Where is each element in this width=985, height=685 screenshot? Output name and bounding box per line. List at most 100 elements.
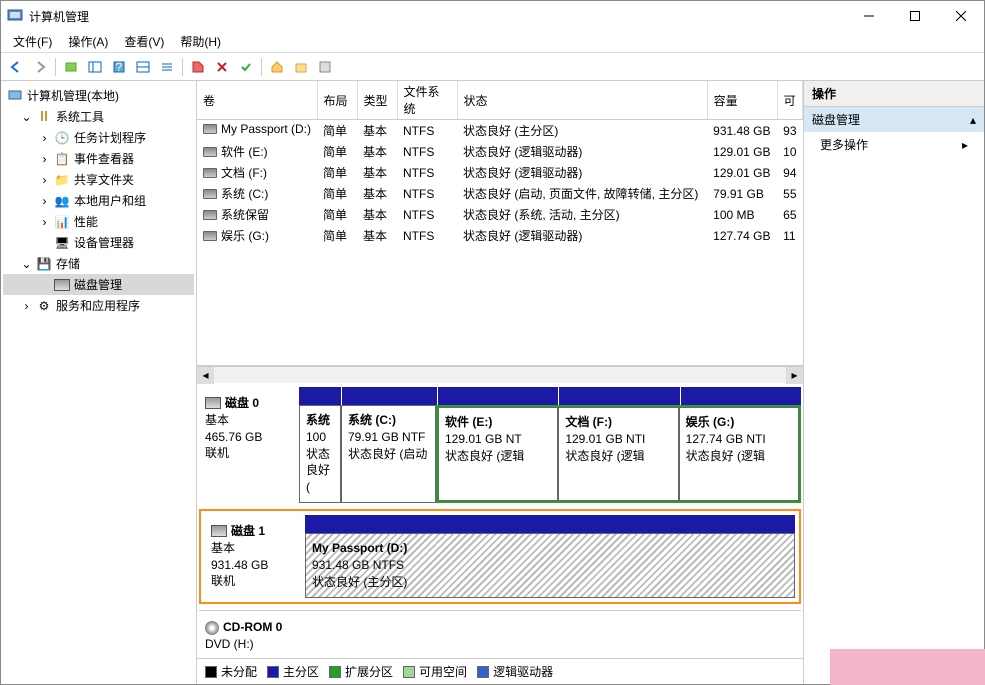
tag-button[interactable] bbox=[187, 56, 209, 78]
partition-g[interactable]: 娱乐 (G:) 127.74 GB NTI 状态良好 (逻辑 bbox=[679, 407, 799, 501]
folder-button[interactable] bbox=[290, 56, 312, 78]
tools-icon bbox=[36, 109, 52, 125]
col-status[interactable]: 状态 bbox=[457, 81, 707, 120]
tree-root[interactable]: 计算机管理(本地) bbox=[3, 85, 194, 106]
minimize-button[interactable] bbox=[846, 1, 892, 31]
tree-event-viewer[interactable]: › 📋 事件查看器 bbox=[3, 148, 194, 169]
collapse-icon: ▴ bbox=[970, 113, 976, 127]
col-volume[interactable]: 卷 bbox=[197, 81, 317, 120]
partition-system-reserved[interactable]: 系统 100 状态良好 ( bbox=[299, 405, 341, 503]
disk-1-row[interactable]: 磁盘 1 基本 931.48 GB 联机 My Passport (D:) 93… bbox=[199, 509, 801, 604]
volume-icon bbox=[203, 210, 217, 220]
volume-icon bbox=[203, 189, 217, 199]
volume-icon bbox=[203, 231, 217, 241]
legend-free-swatch bbox=[403, 666, 415, 678]
tree-shared-folders[interactable]: › 📁 共享文件夹 bbox=[3, 169, 194, 190]
close-button[interactable] bbox=[938, 1, 984, 31]
expand-icon[interactable]: › bbox=[39, 216, 50, 227]
volume-icon bbox=[203, 168, 217, 178]
tree-local-users[interactable]: › 👥 本地用户和组 bbox=[3, 190, 194, 211]
back-button[interactable] bbox=[5, 56, 27, 78]
overlay-block bbox=[830, 649, 985, 685]
tree-storage[interactable]: ⌄ 💾 存储 bbox=[3, 253, 194, 274]
disk-layout-area: 磁盘 0 基本 465.76 GB 联机 系统 bbox=[197, 383, 803, 658]
partition-e[interactable]: 软件 (E:) 129.01 GB NT 状态良好 (逻辑 bbox=[438, 407, 558, 501]
menu-help[interactable]: 帮助(H) bbox=[172, 31, 229, 52]
col-capacity[interactable]: 容量 bbox=[707, 81, 777, 120]
col-layout[interactable]: 布局 bbox=[317, 81, 357, 120]
panel-button[interactable] bbox=[84, 56, 106, 78]
menu-file[interactable]: 文件(F) bbox=[5, 31, 60, 52]
disk-icon bbox=[205, 397, 221, 409]
titlebar: 计算机管理 bbox=[1, 1, 984, 31]
disk-0-row[interactable]: 磁盘 0 基本 465.76 GB 联机 系统 bbox=[199, 387, 801, 503]
volume-icon bbox=[203, 147, 217, 157]
home-button[interactable] bbox=[266, 56, 288, 78]
volume-row[interactable]: 系统保留简单基本NTFS状态良好 (系统, 活动, 主分区)100 MB65 bbox=[197, 204, 803, 225]
maximize-button[interactable] bbox=[892, 1, 938, 31]
perf-icon: 📊 bbox=[54, 214, 70, 230]
tree-scheduler[interactable]: › 🕒 任务计划程序 bbox=[3, 127, 194, 148]
storage-icon: 💾 bbox=[36, 256, 52, 272]
partition-d[interactable]: My Passport (D:) 931.48 GB NTFS 状态良好 (主分… bbox=[305, 533, 795, 598]
svg-text:?: ? bbox=[116, 60, 123, 74]
disk-icon bbox=[54, 277, 70, 293]
disk-1-info: 磁盘 1 基本 931.48 GB 联机 bbox=[205, 515, 305, 598]
toolbar: ? bbox=[1, 53, 984, 81]
up-button[interactable] bbox=[60, 56, 82, 78]
col-fs[interactable]: 文件系统 bbox=[397, 81, 457, 120]
expand-icon[interactable]: › bbox=[39, 153, 50, 164]
device-icon: 🖥 bbox=[54, 235, 70, 251]
cdrom-row[interactable]: CD-ROM 0 DVD (H:) bbox=[199, 610, 801, 658]
tree-device-manager[interactable]: 🖥 设备管理器 bbox=[3, 232, 194, 253]
chevron-right-icon: ▸ bbox=[962, 138, 968, 152]
delete-button[interactable] bbox=[211, 56, 233, 78]
partition-f[interactable]: 文档 (F:) 129.01 GB NTI 状态良好 (逻辑 bbox=[558, 407, 678, 501]
computer-icon bbox=[7, 88, 23, 104]
partition-c[interactable]: 系统 (C:) 79.91 GB NTF 状态良好 (启动 bbox=[341, 405, 436, 503]
volume-icon bbox=[203, 124, 217, 134]
legend-primary-swatch bbox=[267, 666, 279, 678]
expand-icon[interactable]: › bbox=[39, 195, 50, 206]
col-free[interactable]: 可 bbox=[777, 81, 802, 120]
cdrom-info: CD-ROM 0 DVD (H:) bbox=[199, 611, 299, 658]
menu-action[interactable]: 操作(A) bbox=[60, 31, 116, 52]
collapse-icon[interactable]: ⌄ bbox=[21, 258, 32, 269]
tree-services[interactable]: › ⚙ 服务和应用程序 bbox=[3, 295, 194, 316]
tree-performance[interactable]: › 📊 性能 bbox=[3, 211, 194, 232]
users-icon: 👥 bbox=[54, 193, 70, 209]
collapse-icon[interactable]: ⌄ bbox=[21, 111, 32, 122]
legend-logical-swatch bbox=[477, 666, 489, 678]
legend-ext-swatch bbox=[329, 666, 341, 678]
list-button[interactable] bbox=[156, 56, 178, 78]
tree-system-tools[interactable]: ⌄ 系统工具 bbox=[3, 106, 194, 127]
disk-icon bbox=[211, 525, 227, 537]
expand-icon[interactable]: › bbox=[39, 174, 50, 185]
volume-row[interactable]: 软件 (E:)简单基本NTFS状态良好 (逻辑驱动器)129.01 GB10 bbox=[197, 141, 803, 162]
volume-row[interactable]: My Passport (D:)简单基本NTFS状态良好 (主分区)931.48… bbox=[197, 120, 803, 142]
col-type[interactable]: 类型 bbox=[357, 81, 397, 120]
action-more[interactable]: 更多操作 ▸ bbox=[804, 132, 984, 157]
expand-icon[interactable]: › bbox=[39, 132, 50, 143]
cd-icon bbox=[205, 621, 219, 635]
scroll-left-button[interactable]: ◂ bbox=[197, 367, 214, 384]
table-scrollbar[interactable]: ◂ ▸ bbox=[197, 366, 803, 383]
expand-icon[interactable]: › bbox=[21, 300, 32, 311]
actions-header: 操作 bbox=[804, 81, 984, 107]
forward-button[interactable] bbox=[29, 56, 51, 78]
action-disk-management[interactable]: 磁盘管理 ▴ bbox=[804, 107, 984, 132]
app-icon bbox=[7, 8, 23, 24]
help-icon[interactable]: ? bbox=[108, 56, 130, 78]
view-toggle-button[interactable] bbox=[132, 56, 154, 78]
services-icon: ⚙ bbox=[36, 298, 52, 314]
volume-row[interactable]: 娱乐 (G:)简单基本NTFS状态良好 (逻辑驱动器)127.74 GB11 bbox=[197, 225, 803, 246]
scroll-right-button[interactable]: ▸ bbox=[786, 367, 803, 384]
clock-icon: 🕒 bbox=[54, 130, 70, 146]
tree-disk-management[interactable]: 磁盘管理 bbox=[3, 274, 194, 295]
menu-view[interactable]: 查看(V) bbox=[116, 31, 172, 52]
window-title: 计算机管理 bbox=[29, 8, 846, 25]
check-button[interactable] bbox=[235, 56, 257, 78]
volume-row[interactable]: 系统 (C:)简单基本NTFS状态良好 (启动, 页面文件, 故障转储, 主分区… bbox=[197, 183, 803, 204]
volume-row[interactable]: 文档 (F:)简单基本NTFS状态良好 (逻辑驱动器)129.01 GB94 bbox=[197, 162, 803, 183]
settings-button[interactable] bbox=[314, 56, 336, 78]
